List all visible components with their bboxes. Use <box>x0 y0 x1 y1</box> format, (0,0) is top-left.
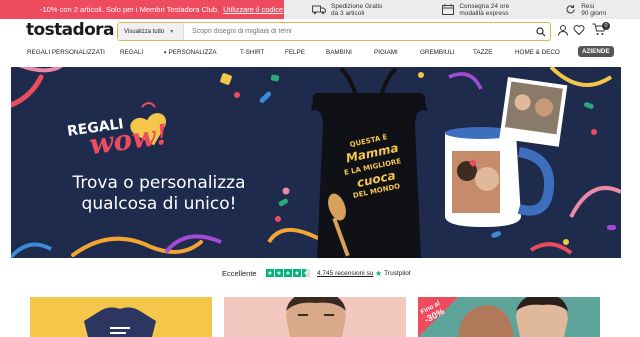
hero-title: Trova o personalizza qualcosa di unico! <box>59 173 259 215</box>
promo-benefits: Spedizione Gratis da 3 articoli Consegna … <box>284 0 640 19</box>
nav-item-bambini[interactable]: BAMBINI <box>326 49 352 56</box>
search-category-label: Visualizza tutto <box>124 28 165 35</box>
trustpilot-star-icon: ★ <box>375 268 383 278</box>
hero-decorations: QUESTA È Mamma E LA MIGLIORE cuoca DEL M… <box>11 67 621 258</box>
cart-count-badge: 0 <box>602 22 610 30</box>
return-icon <box>566 5 575 14</box>
main-nav: REGALI PERSONALIZZATI REGALI ✦ PERSONALI… <box>0 44 640 60</box>
tshirt-image <box>84 307 156 337</box>
star-icon: ★ <box>293 269 301 277</box>
man-photo <box>286 297 346 337</box>
search-icon <box>536 26 546 36</box>
hero-title-line-2: qualcosa di unico! <box>81 194 237 214</box>
nav-item-felpe[interactable]: FELPE <box>285 49 305 56</box>
benefit-returns: Resi 90 giorni <box>565 3 606 17</box>
trust-reviews-link[interactable]: 4.745 recensioni su <box>317 270 373 277</box>
nav-item-regali[interactable]: REGALI <box>120 49 143 56</box>
nav-item-tshirt[interactable]: T-SHIRT <box>240 49 264 56</box>
search-bar: Visualizza tutto ▾ <box>117 22 551 41</box>
benefit-shipping-line2: da 3 articoli <box>331 9 365 17</box>
site-header: tostadora Visualizza tutto ▾ 0 <box>0 19 640 43</box>
nav-item-home-deco[interactable]: HOME & DECO <box>515 49 560 56</box>
search-button[interactable] <box>532 26 550 37</box>
sale-photo <box>418 297 568 337</box>
chevron-down-icon: ▾ <box>170 29 174 35</box>
benefit-returns-line1: Resi <box>581 2 595 10</box>
star-icon: ★ <box>266 269 274 277</box>
nav-item-regali-personalizzati[interactable]: REGALI PERSONALIZZATI <box>27 49 105 56</box>
search-input[interactable] <box>184 28 532 35</box>
truck-icon <box>312 5 326 14</box>
heart-icon[interactable] <box>573 24 585 36</box>
star-icon: ★ <box>275 269 283 277</box>
trustpilot-brand: ★ Trustpilot <box>375 269 411 278</box>
nav-item-personalizza[interactable]: ✦ PERSONALIZZA <box>163 49 217 56</box>
benefit-delivery-line1: Consegna 24 ore <box>459 2 510 10</box>
star-icon: ★ <box>284 269 292 277</box>
search-category-select[interactable]: Visualizza tutto ▾ <box>118 23 184 40</box>
benefit-shipping: Spedizione Gratis da 3 articoli <box>312 3 382 17</box>
product-card-tshirt[interactable] <box>30 297 212 337</box>
hero-banner[interactable]: QUESTA È Mamma E LA MIGLIORE cuoca DEL M… <box>11 67 621 258</box>
trustpilot-widget[interactable]: Eccellente ★ ★ ★ ★ ★ 4.745 recensioni su… <box>0 267 640 279</box>
trust-label: Eccellente <box>222 268 257 278</box>
nav-item-aziende[interactable]: AZIENDE <box>578 46 614 57</box>
calendar-icon <box>442 4 455 15</box>
nav-item-pigiami[interactable]: PIGIAMI <box>374 49 398 56</box>
promo-offer[interactable]: -10% con 2 articoli. Solo per i Membri T… <box>0 0 284 19</box>
promo-offer-text: -10% con 2 articoli. Solo per i Membri T… <box>40 5 220 14</box>
hero-title-line-1: Trova o personalizza <box>72 173 246 193</box>
benefit-returns-line2: 90 giorni <box>581 9 607 17</box>
nav-item-tazze[interactable]: TAZZE <box>473 49 492 56</box>
benefit-delivery-line2: modalità express <box>459 9 509 17</box>
benefit-shipping-line1: Spedizione Gratis <box>331 2 383 10</box>
promo-offer-link[interactable]: Utilizzare il codice <box>223 5 283 14</box>
half-star-icon: ★ <box>302 269 310 277</box>
promo-bar: -10% con 2 articoli. Solo per i Membri T… <box>0 0 640 19</box>
nav-item-grembiuli[interactable]: GREMBIULI <box>420 49 455 56</box>
benefit-delivery: Consegna 24 ore modalità express <box>442 3 509 17</box>
nav-item-personalizza-label: PERSONALIZZA <box>168 48 217 56</box>
trust-stars: ★ ★ ★ ★ ★ <box>266 269 310 277</box>
product-card-man[interactable] <box>224 297 406 337</box>
user-icon[interactable] <box>557 24 569 36</box>
site-logo[interactable]: tostadora <box>26 20 114 40</box>
trustpilot-brand-label: Trustpilot <box>384 269 411 277</box>
product-card-sale[interactable]: Fino al -30% <box>418 297 600 337</box>
